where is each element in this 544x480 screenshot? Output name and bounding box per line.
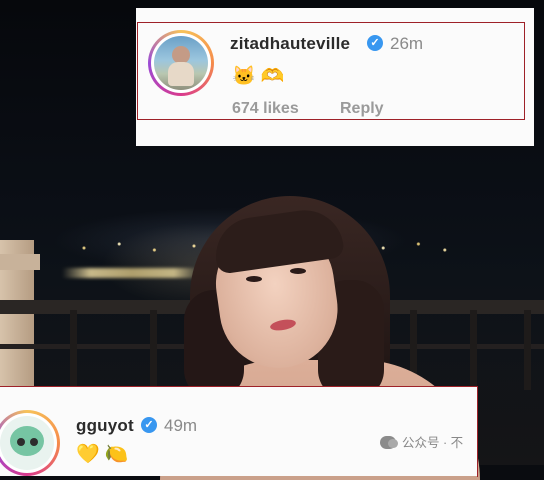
comment-card: zitadhauteville ✓ 26m 🐱 🫶 674 likes Repl…	[136, 8, 534, 146]
avatar-figure-body	[168, 62, 194, 86]
comment-username[interactable]: zitadhauteville	[230, 34, 350, 54]
watermark: 公众号 · 不	[380, 432, 544, 454]
shore-lights	[62, 268, 202, 278]
person-eye-left	[246, 276, 262, 282]
comment-text: 🐱 🫶	[232, 66, 285, 87]
reply-button[interactable]: Reply	[340, 100, 384, 118]
person-eye-right	[290, 268, 306, 274]
avatar[interactable]	[154, 36, 208, 90]
verified-badge-icon: ✓	[367, 35, 383, 51]
wechat-icon	[380, 436, 398, 449]
likes-count[interactable]: 674 likes	[232, 100, 299, 118]
watermark-text: 公众号 · 不	[402, 436, 464, 450]
railing-post	[470, 310, 477, 390]
balcony-pillar-cap	[0, 254, 40, 270]
railing-post	[150, 310, 157, 390]
railing-post	[70, 310, 77, 390]
railing-post	[524, 310, 531, 390]
comment-time: 26m	[390, 34, 424, 53]
